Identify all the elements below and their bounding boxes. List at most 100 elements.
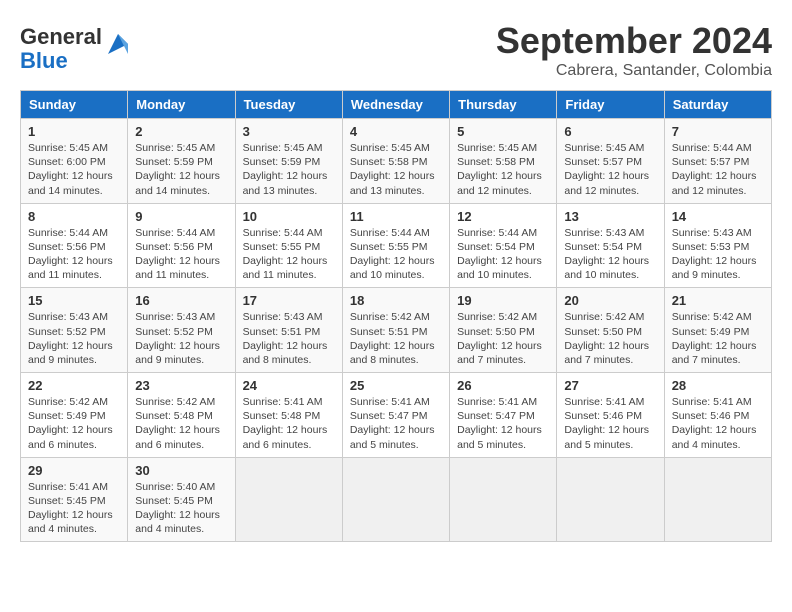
day-info: Sunrise: 5:42 AMSunset: 5:50 PMDaylight:… — [564, 310, 656, 367]
calendar-cell: 12 Sunrise: 5:44 AMSunset: 5:54 PMDayligh… — [450, 203, 557, 288]
day-header-wednesday: Wednesday — [342, 91, 449, 119]
day-info: Sunrise: 5:43 AMSunset: 5:54 PMDaylight:… — [564, 226, 656, 283]
calendar-cell: 22 Sunrise: 5:42 AMSunset: 5:49 PMDayligh… — [21, 373, 128, 458]
day-number: 24 — [243, 378, 335, 393]
calendar-cell: 27 Sunrise: 5:41 AMSunset: 5:46 PMDayligh… — [557, 373, 664, 458]
calendar-cell: 28 Sunrise: 5:41 AMSunset: 5:46 PMDayligh… — [664, 373, 771, 458]
day-info: Sunrise: 5:43 AMSunset: 5:51 PMDaylight:… — [243, 310, 335, 367]
calendar-cell — [235, 457, 342, 542]
calendar-body: 1 Sunrise: 5:45 AMSunset: 6:00 PMDaylight… — [21, 119, 772, 542]
calendar-week-row: 8 Sunrise: 5:44 AMSunset: 5:56 PMDaylight… — [21, 203, 772, 288]
day-header-thursday: Thursday — [450, 91, 557, 119]
logo: General Blue — [20, 25, 132, 73]
calendar-table: SundayMondayTuesdayWednesdayThursdayFrid… — [20, 90, 772, 542]
day-info: Sunrise: 5:45 AMSunset: 6:00 PMDaylight:… — [28, 141, 120, 198]
day-number: 9 — [135, 209, 227, 224]
calendar-header-row: SundayMondayTuesdayWednesdayThursdayFrid… — [21, 91, 772, 119]
calendar-cell: 4 Sunrise: 5:45 AMSunset: 5:58 PMDaylight… — [342, 119, 449, 204]
day-info: Sunrise: 5:41 AMSunset: 5:47 PMDaylight:… — [350, 395, 442, 452]
day-number: 5 — [457, 124, 549, 139]
calendar-week-row: 15 Sunrise: 5:43 AMSunset: 5:52 PMDayligh… — [21, 288, 772, 373]
calendar-cell: 10 Sunrise: 5:44 AMSunset: 5:55 PMDayligh… — [235, 203, 342, 288]
day-number: 3 — [243, 124, 335, 139]
calendar-cell: 26Sunrise: 5:41 AMSunset: 5:47 PMDayligh… — [450, 373, 557, 458]
calendar-cell: 2 Sunrise: 5:45 AMSunset: 5:59 PMDaylight… — [128, 119, 235, 204]
calendar-cell: 17 Sunrise: 5:43 AMSunset: 5:51 PMDayligh… — [235, 288, 342, 373]
day-info: Sunrise: 5:44 AMSunset: 5:57 PMDaylight:… — [672, 141, 764, 198]
day-info: Sunrise: 5:44 AMSunset: 5:54 PMDaylight:… — [457, 226, 549, 283]
calendar-cell — [342, 457, 449, 542]
day-info: Sunrise: 5:43 AMSunset: 5:53 PMDaylight:… — [672, 226, 764, 283]
day-info: Sunrise: 5:42 AMSunset: 5:48 PMDaylight:… — [135, 395, 227, 452]
day-info: Sunrise: 5:41 AMSunset: 5:46 PMDaylight:… — [564, 395, 656, 452]
calendar-cell: 18Sunrise: 5:42 AMSunset: 5:51 PMDayligh… — [342, 288, 449, 373]
day-info: Sunrise: 5:41 AMSunset: 5:46 PMDaylight:… — [672, 395, 764, 452]
calendar-cell — [450, 457, 557, 542]
day-info: Sunrise: 5:43 AMSunset: 5:52 PMDaylight:… — [135, 310, 227, 367]
day-number: 27 — [564, 378, 656, 393]
day-number: 29 — [28, 463, 120, 478]
day-number: 17 — [243, 293, 335, 308]
day-info: Sunrise: 5:44 AMSunset: 5:55 PMDaylight:… — [243, 226, 335, 283]
day-info: Sunrise: 5:45 AMSunset: 5:58 PMDaylight:… — [350, 141, 442, 198]
day-number: 22 — [28, 378, 120, 393]
calendar-cell: 16 Sunrise: 5:43 AMSunset: 5:52 PMDayligh… — [128, 288, 235, 373]
day-info: Sunrise: 5:44 AMSunset: 5:55 PMDaylight:… — [350, 226, 442, 283]
day-number: 13 — [564, 209, 656, 224]
day-info: Sunrise: 5:42 AMSunset: 5:49 PMDaylight:… — [28, 395, 120, 452]
calendar-cell: 1 Sunrise: 5:45 AMSunset: 6:00 PMDaylight… — [21, 119, 128, 204]
day-number: 16 — [135, 293, 227, 308]
calendar-cell: 23Sunrise: 5:42 AMSunset: 5:48 PMDayligh… — [128, 373, 235, 458]
calendar-week-row: 22 Sunrise: 5:42 AMSunset: 5:49 PMDayligh… — [21, 373, 772, 458]
day-number: 15 — [28, 293, 120, 308]
calendar-cell: 6 Sunrise: 5:45 AMSunset: 5:57 PMDaylight… — [557, 119, 664, 204]
day-number: 14 — [672, 209, 764, 224]
day-number: 8 — [28, 209, 120, 224]
calendar-cell: 25 Sunrise: 5:41 AMSunset: 5:47 PMDayligh… — [342, 373, 449, 458]
day-number: 2 — [135, 124, 227, 139]
calendar-cell: 13 Sunrise: 5:43 AMSunset: 5:54 PMDayligh… — [557, 203, 664, 288]
day-header-monday: Monday — [128, 91, 235, 119]
day-info: Sunrise: 5:42 AMSunset: 5:50 PMDaylight:… — [457, 310, 549, 367]
day-number: 26 — [457, 378, 549, 393]
title-section: September 2024 Cabrera, Santander, Colom… — [496, 20, 772, 80]
location-title: Cabrera, Santander, Colombia — [496, 62, 772, 80]
day-header-friday: Friday — [557, 91, 664, 119]
calendar-week-row: 29Sunrise: 5:41 AMSunset: 5:45 PMDayligh… — [21, 457, 772, 542]
calendar-cell: 5 Sunrise: 5:45 AMSunset: 5:58 PMDaylight… — [450, 119, 557, 204]
day-number: 4 — [350, 124, 442, 139]
day-info: Sunrise: 5:42 AMSunset: 5:49 PMDaylight:… — [672, 310, 764, 367]
day-number: 1 — [28, 124, 120, 139]
day-info: Sunrise: 5:45 AMSunset: 5:57 PMDaylight:… — [564, 141, 656, 198]
day-info: Sunrise: 5:44 AMSunset: 5:56 PMDaylight:… — [28, 226, 120, 283]
day-info: Sunrise: 5:45 AMSunset: 5:58 PMDaylight:… — [457, 141, 549, 198]
day-number: 12 — [457, 209, 549, 224]
day-number: 19 — [457, 293, 549, 308]
day-number: 25 — [350, 378, 442, 393]
day-number: 28 — [672, 378, 764, 393]
day-number: 7 — [672, 124, 764, 139]
calendar-cell: 21Sunrise: 5:42 AMSunset: 5:49 PMDayligh… — [664, 288, 771, 373]
calendar-cell: 20 Sunrise: 5:42 AMSunset: 5:50 PMDayligh… — [557, 288, 664, 373]
calendar-cell: 14 Sunrise: 5:43 AMSunset: 5:53 PMDayligh… — [664, 203, 771, 288]
day-number: 11 — [350, 209, 442, 224]
logo-icon — [104, 30, 132, 58]
day-info: Sunrise: 5:43 AMSunset: 5:52 PMDaylight:… — [28, 310, 120, 367]
calendar-week-row: 1 Sunrise: 5:45 AMSunset: 6:00 PMDaylight… — [21, 119, 772, 204]
day-info: Sunrise: 5:40 AMSunset: 5:45 PMDaylight:… — [135, 480, 227, 537]
calendar-cell: 7 Sunrise: 5:44 AMSunset: 5:57 PMDaylight… — [664, 119, 771, 204]
day-header-saturday: Saturday — [664, 91, 771, 119]
month-title: September 2024 — [496, 20, 772, 62]
calendar-cell: 15 Sunrise: 5:43 AMSunset: 5:52 PMDayligh… — [21, 288, 128, 373]
day-info: Sunrise: 5:41 AMSunset: 5:48 PMDaylight:… — [243, 395, 335, 452]
day-number: 20 — [564, 293, 656, 308]
day-header-sunday: Sunday — [21, 91, 128, 119]
calendar-cell: 30Sunrise: 5:40 AMSunset: 5:45 PMDayligh… — [128, 457, 235, 542]
day-number: 10 — [243, 209, 335, 224]
day-number: 6 — [564, 124, 656, 139]
logo-text: General Blue — [20, 25, 102, 73]
day-info: Sunrise: 5:45 AMSunset: 5:59 PMDaylight:… — [135, 141, 227, 198]
calendar-cell: 8 Sunrise: 5:44 AMSunset: 5:56 PMDaylight… — [21, 203, 128, 288]
page-header: General Blue September 2024 Cabrera, San… — [20, 20, 772, 80]
day-info: Sunrise: 5:42 AMSunset: 5:51 PMDaylight:… — [350, 310, 442, 367]
